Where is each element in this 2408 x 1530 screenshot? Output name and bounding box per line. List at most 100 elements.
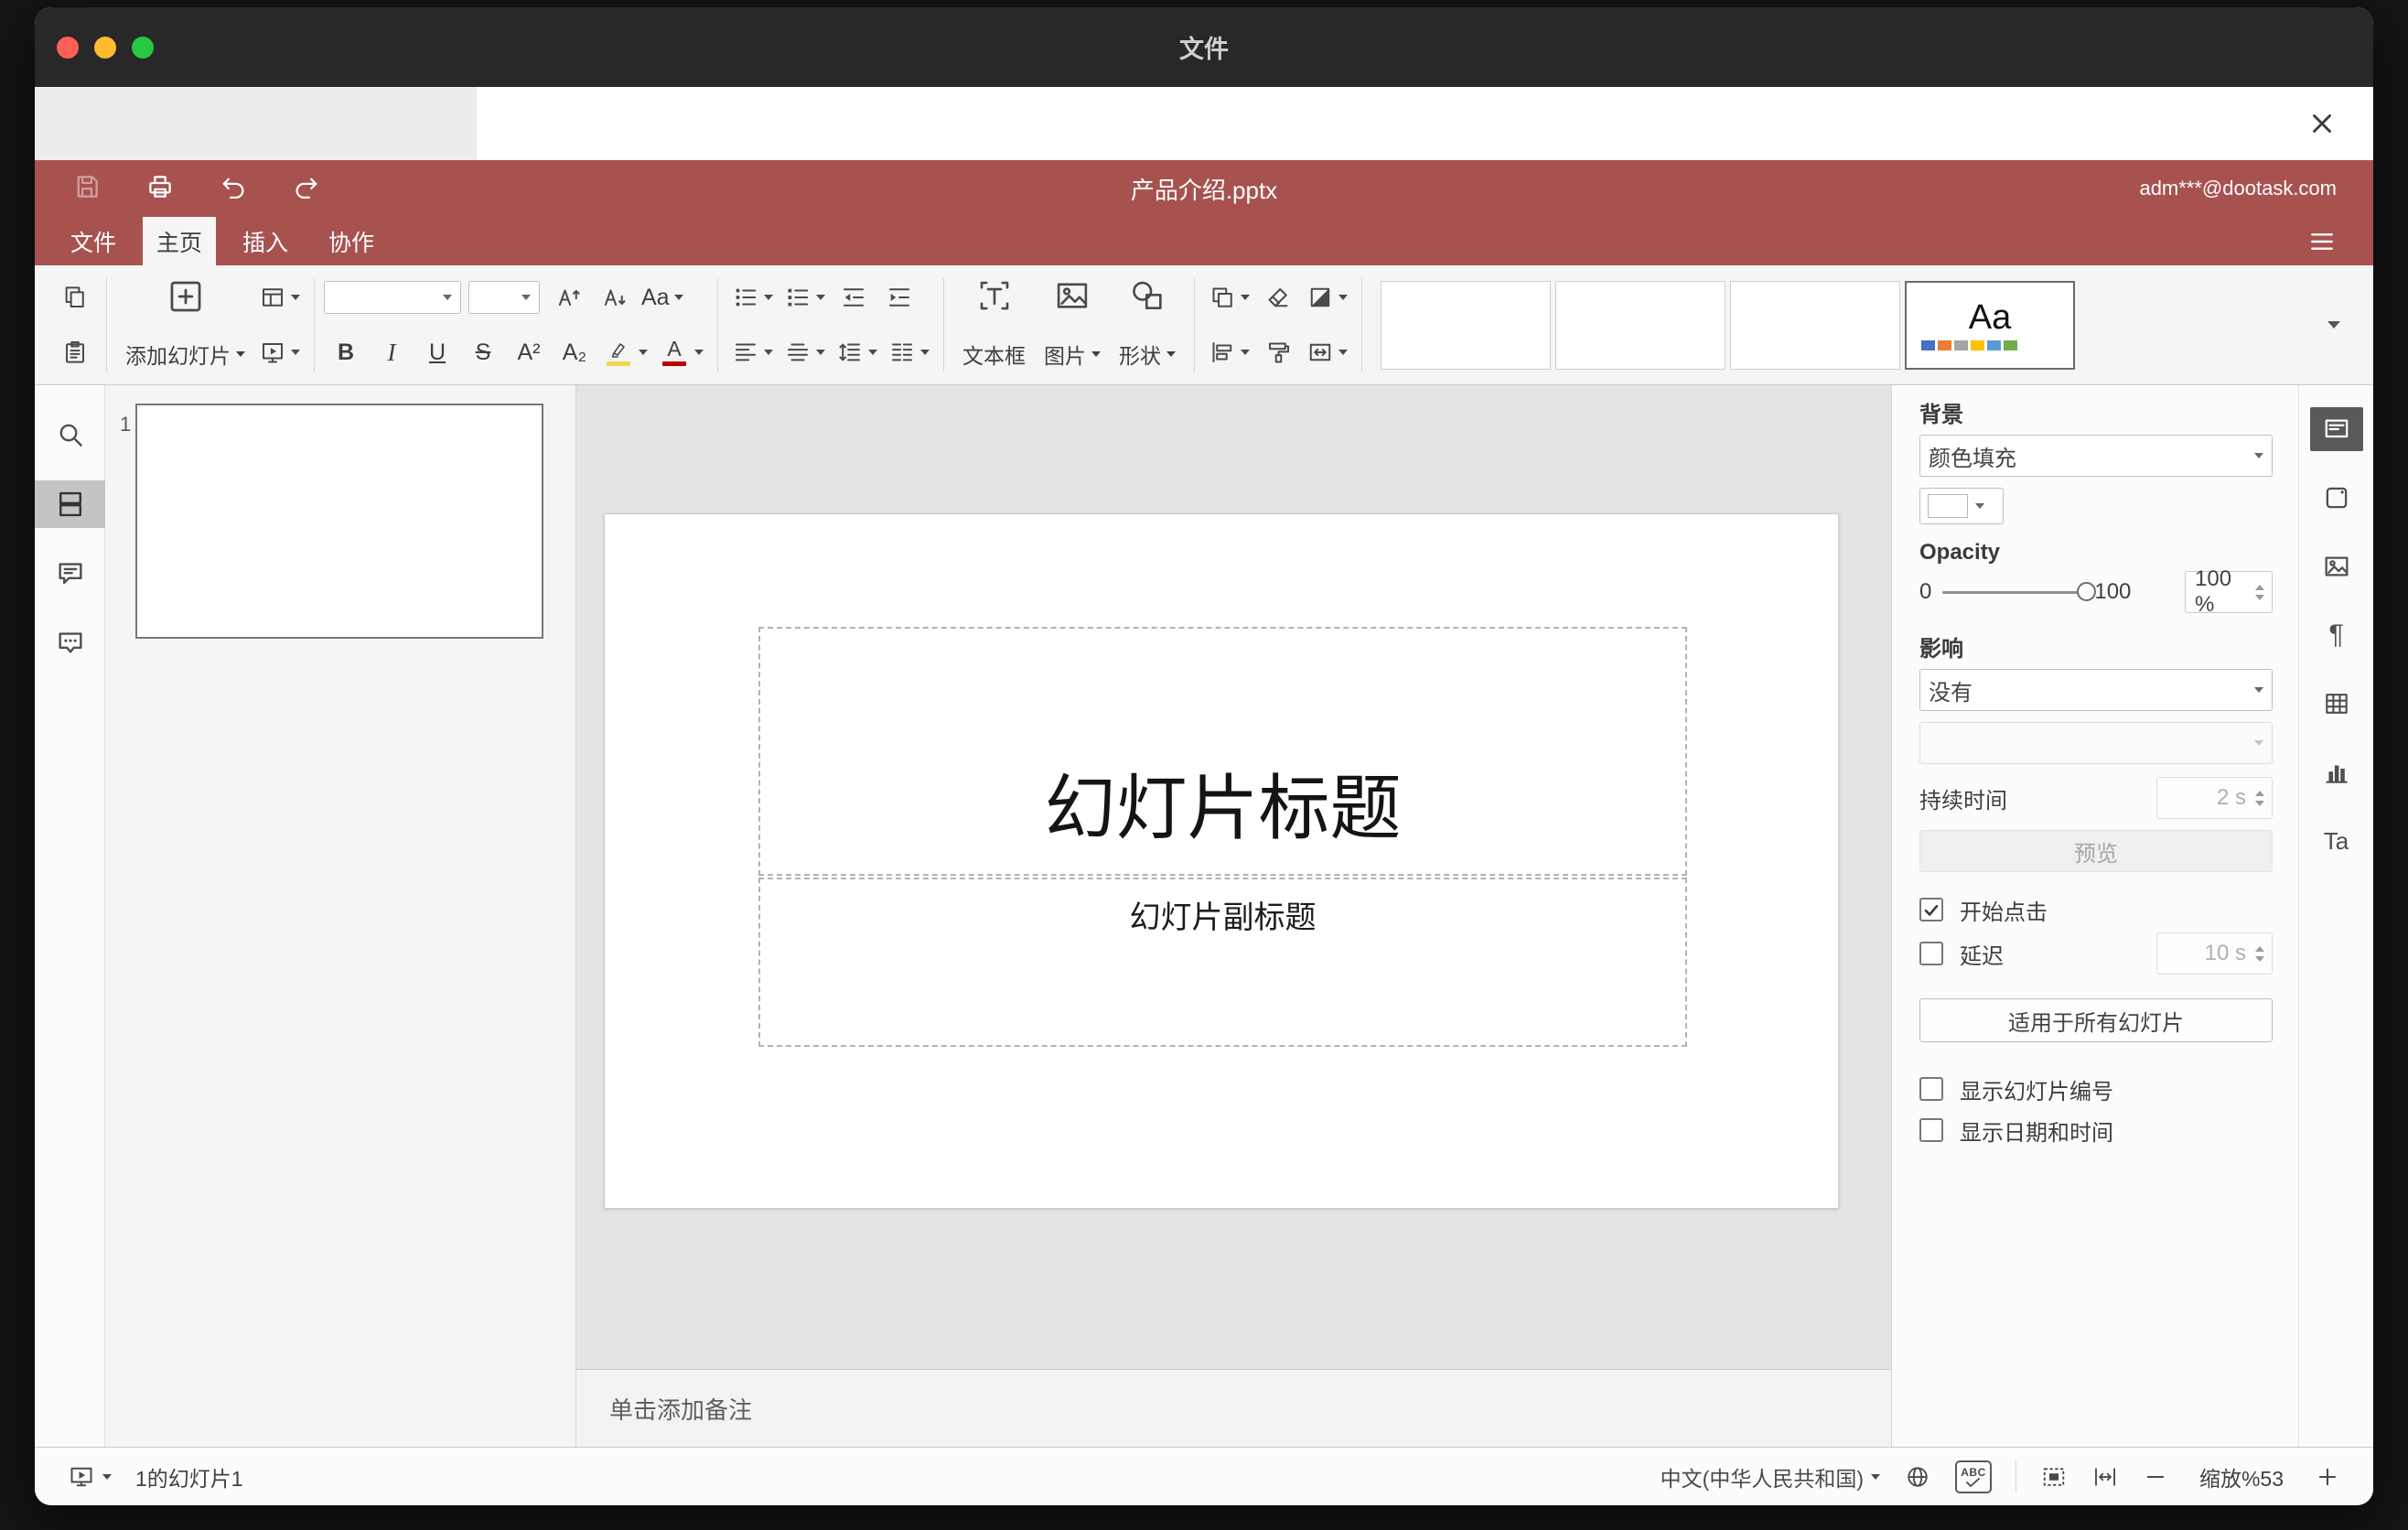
decrease-indent-button[interactable] (832, 275, 876, 319)
document-language-button[interactable]: 中文(中华人民共和国) (1661, 1461, 1880, 1492)
spin-down-icon[interactable] (2255, 594, 2264, 600)
tab-file[interactable]: 文件 (57, 217, 130, 265)
redo-button[interactable] (291, 171, 322, 207)
zoom-traffic-light[interactable] (132, 36, 154, 59)
delay-spinner[interactable]: 10 s (2156, 932, 2273, 975)
shape-fill-button[interactable] (1302, 275, 1352, 319)
undo-button[interactable] (218, 171, 249, 207)
start-on-click-checkbox[interactable] (1919, 898, 1943, 921)
minimize-traffic-light[interactable] (94, 36, 116, 59)
show-datetime-checkbox[interactable] (1919, 1118, 1943, 1142)
show-slide-number-checkbox[interactable] (1919, 1077, 1943, 1101)
superscript-button[interactable]: A² (507, 330, 551, 374)
close-traffic-light[interactable] (57, 36, 79, 59)
copy-style-button[interactable] (1256, 330, 1300, 374)
align-shape-button[interactable] (1204, 330, 1254, 374)
start-slideshow-button[interactable] (254, 330, 305, 374)
close-preview-button[interactable] (2302, 103, 2342, 144)
theme-thumbnail[interactable] (1381, 280, 1551, 370)
effect-type-select[interactable] (1919, 722, 2273, 764)
copy-button[interactable] (53, 275, 97, 319)
theme-gallery-expand-button[interactable] (2313, 271, 2355, 379)
set-language-button[interactable] (1904, 1463, 1931, 1491)
fit-to-width-button[interactable] (2091, 1463, 2119, 1491)
underline-button[interactable]: U (415, 330, 459, 374)
bold-button[interactable]: B (324, 330, 368, 374)
change-case-button[interactable]: Aa (637, 275, 688, 319)
image-settings-tab[interactable] (2310, 544, 2363, 588)
duration-spinner[interactable]: 2 s (2156, 777, 2273, 819)
strikethrough-button[interactable]: S (461, 330, 505, 374)
comments-panel-button[interactable] (35, 550, 105, 598)
font-name-input[interactable] (324, 281, 461, 314)
insert-image-button[interactable]: 图片 (1035, 271, 1110, 379)
line-spacing-button[interactable] (832, 330, 882, 374)
view-settings-button[interactable] (2307, 217, 2337, 265)
font-color-button[interactable]: A (654, 330, 708, 374)
spin-up-icon[interactable] (2255, 945, 2264, 952)
apply-to-all-slides-button[interactable]: 适用于所有幻灯片 (1919, 998, 2273, 1042)
spin-down-icon[interactable] (2255, 955, 2264, 962)
numbering-button[interactable] (779, 275, 830, 319)
italic-button[interactable]: I (370, 330, 414, 374)
fill-type-select[interactable]: 颜色填充 (1919, 435, 2273, 477)
title-placeholder[interactable]: 幻灯片标题 (758, 627, 1687, 876)
delay-checkbox[interactable] (1919, 942, 1943, 965)
notes-area[interactable]: 单击添加备注 (576, 1369, 1891, 1447)
spinner-arrows[interactable] (2255, 945, 2264, 962)
highlight-color-button[interactable] (598, 330, 652, 374)
subscript-button[interactable]: A₂ (553, 330, 597, 374)
paste-button[interactable] (53, 330, 97, 374)
opacity-spinner[interactable]: 100 % (2185, 566, 2273, 617)
theme-thumbnail[interactable] (1730, 280, 1900, 370)
table-settings-tab[interactable] (2310, 682, 2363, 726)
spin-down-icon[interactable] (2255, 800, 2264, 806)
subtitle-placeholder[interactable]: 幻灯片副标题 (758, 878, 1687, 1047)
spell-check-button[interactable]: ABC (1955, 1460, 1992, 1493)
theme-thumbnail-selected[interactable]: Aa (1905, 280, 2075, 370)
decrease-font-button[interactable] (591, 275, 635, 319)
fit-to-slide-button[interactable] (2040, 1463, 2068, 1491)
opacity-slider-handle[interactable] (2077, 581, 2097, 601)
spinner-arrows[interactable] (2255, 584, 2264, 600)
effect-select[interactable]: 没有 (1919, 669, 2273, 711)
slide-size-button[interactable] (1302, 330, 1352, 374)
chart-settings-tab[interactable] (2310, 750, 2363, 794)
opacity-slider[interactable] (1942, 581, 2097, 601)
shape-settings-tab[interactable] (2310, 476, 2363, 520)
increase-font-button[interactable] (545, 275, 589, 319)
change-layout-button[interactable] (254, 275, 305, 319)
print-button[interactable] (145, 171, 176, 207)
slides-panel-button[interactable] (35, 480, 105, 528)
spin-up-icon[interactable] (2255, 584, 2264, 590)
columns-button[interactable] (884, 330, 934, 374)
tab-insert[interactable]: 插入 (229, 217, 302, 265)
paragraph-settings-tab[interactable]: ¶ (2310, 613, 2363, 657)
horizontal-align-button[interactable] (727, 330, 778, 374)
theme-thumbnail[interactable] (1555, 280, 1725, 370)
clear-style-button[interactable] (1256, 275, 1300, 319)
tab-home[interactable]: 主页 (143, 217, 217, 265)
vertical-align-button[interactable] (779, 330, 830, 374)
preview-button[interactable]: 预览 (1919, 830, 2273, 872)
bullets-button[interactable] (727, 275, 778, 319)
search-panel-button[interactable] (35, 411, 105, 458)
slide-thumbnail[interactable] (135, 404, 543, 639)
slide-settings-tab[interactable] (2309, 407, 2363, 451)
spin-up-icon[interactable] (2255, 790, 2264, 796)
add-slide-button[interactable]: 添加幻灯片 (116, 271, 254, 379)
zoom-in-button[interactable] (2315, 1464, 2340, 1490)
insert-shape-button[interactable]: 形状 (1110, 271, 1185, 379)
feedback-panel-button[interactable] (35, 620, 105, 667)
textart-settings-tab[interactable]: Ta (2310, 819, 2363, 863)
tab-collaboration[interactable]: 协作 (315, 217, 388, 265)
font-size-input[interactable] (468, 281, 540, 314)
background-color-select[interactable] (1919, 488, 2004, 524)
increase-indent-button[interactable] (877, 275, 921, 319)
slide[interactable]: 幻灯片标题 幻灯片副标题 (604, 513, 1839, 1209)
spinner-arrows[interactable] (2255, 790, 2264, 806)
zoom-out-button[interactable] (2143, 1464, 2168, 1490)
insert-textbox-button[interactable]: 文本框 (953, 271, 1035, 379)
arrange-shape-button[interactable] (1204, 275, 1254, 319)
start-slideshow-status-button[interactable] (68, 1463, 112, 1491)
